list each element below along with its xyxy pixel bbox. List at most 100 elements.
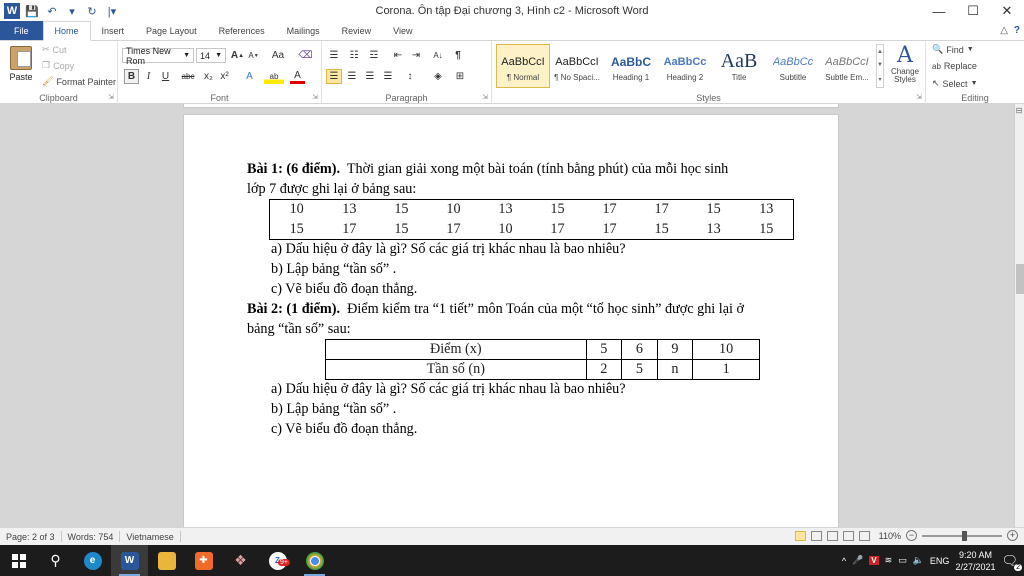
document-area[interactable]: Bài 1: (6 điểm). Thời gian giải xong một… [0, 104, 1014, 527]
change-case-button[interactable]: Aa [268, 48, 288, 63]
tab-references[interactable]: References [208, 21, 276, 40]
style-no-spacing[interactable]: AaBbCcI ¶ No Spaci... [550, 44, 604, 88]
borders-button[interactable]: ⊞ [452, 69, 468, 84]
style-heading-2[interactable]: AaBbCc Heading 2 [658, 44, 712, 88]
numbering-button[interactable]: ☷ [346, 48, 362, 63]
zoom-slider[interactable] [922, 530, 1002, 541]
vertical-scrollbar[interactable] [1014, 104, 1024, 527]
close-button[interactable]: ✕ [990, 0, 1024, 22]
paste-button[interactable]: Paste [6, 44, 36, 90]
decrease-indent-button[interactable]: ⇤ [390, 48, 406, 63]
font-color-button[interactable]: A [290, 69, 305, 84]
find-button[interactable]: 🔍 Find ▼ [932, 44, 974, 55]
search-button[interactable]: ⚲ [37, 545, 74, 576]
tab-home[interactable]: Home [42, 21, 91, 41]
bold-button[interactable]: B [124, 69, 139, 84]
document-page[interactable]: Bài 1: (6 điểm). Thời gian giải xong một… [183, 114, 839, 527]
tab-view[interactable]: View [382, 21, 423, 40]
increase-indent-button[interactable]: ⇥ [408, 48, 424, 63]
zoom-in-button[interactable]: + [1007, 530, 1018, 541]
font-name-combo[interactable]: Times New Rom ▼ [122, 46, 194, 66]
grow-font-button[interactable]: A ▲ [230, 48, 245, 63]
highlight-button[interactable]: ab [264, 69, 284, 84]
input-language[interactable]: ENG [930, 556, 950, 566]
antivirus-icon[interactable]: V [869, 556, 879, 565]
taskbar-word[interactable]: W [111, 545, 148, 576]
scrollbar-thumb[interactable] [1016, 264, 1024, 294]
taskbar-zalo[interactable]: Z 9+ [259, 545, 296, 576]
network-icon[interactable]: ▭ [898, 555, 907, 566]
zoom-out-button[interactable]: − [906, 530, 917, 541]
full-screen-reading-view-button[interactable] [810, 530, 822, 541]
style-title[interactable]: AaB Title [712, 44, 766, 88]
tab-review[interactable]: Review [331, 21, 383, 40]
word-count[interactable]: Words: 754 [62, 531, 121, 542]
clear-formatting-button[interactable]: ⌫ [298, 48, 313, 63]
text-effects-button[interactable]: A [242, 69, 257, 84]
style-subtitle[interactable]: AaBbCc Subtitle [766, 44, 820, 88]
word-logo-icon[interactable]: W [4, 3, 20, 19]
redo-icon[interactable]: ↻ [84, 3, 100, 19]
style-normal[interactable]: AaBbCcI ¶ Normal [496, 44, 550, 88]
page-count[interactable]: Page: 2 of 3 [0, 531, 62, 542]
multilevel-list-button[interactable]: ☲ [366, 48, 382, 63]
strikethrough-button[interactable]: abc [178, 69, 198, 84]
bullets-button[interactable]: ☰ [326, 48, 342, 63]
tab-page-layout[interactable]: Page Layout [135, 21, 208, 40]
outline-view-button[interactable] [842, 530, 854, 541]
format-painter-button[interactable]: 🖌 Format Painter [42, 76, 116, 87]
clipboard-launcher-icon[interactable]: ⇲ [108, 93, 114, 101]
replace-button[interactable]: ab Replace [932, 61, 977, 71]
ruler-toggle-icon[interactable]: ⊟ [1014, 106, 1024, 120]
volume-icon[interactable]: 🔈 [913, 555, 924, 566]
minimize-ribbon-icon[interactable]: △ [1000, 25, 1008, 36]
chevron-down-icon[interactable]: ▼ [877, 62, 883, 68]
paragraph-launcher-icon[interactable]: ⇲ [482, 93, 488, 101]
font-size-combo[interactable]: 14 ▼ [196, 48, 226, 63]
copy-button[interactable]: ❐ Copy [42, 60, 74, 71]
tab-mailings[interactable]: Mailings [276, 21, 331, 40]
tab-file[interactable]: File [0, 21, 43, 40]
shading-button[interactable]: ◈ [430, 69, 446, 84]
chevron-up-icon[interactable]: ▲ [877, 49, 883, 55]
font-launcher-icon[interactable]: ⇲ [312, 93, 318, 101]
taskbar-shield-app[interactable]: ✚ [185, 545, 222, 576]
help-icon[interactable]: ? [1014, 25, 1020, 36]
italic-button[interactable]: I [141, 69, 156, 84]
customize-qat-icon[interactable]: |▾ [104, 3, 120, 19]
save-icon[interactable]: 💾 [24, 3, 40, 19]
sort-button[interactable]: A↓ [430, 48, 446, 63]
taskbar-chrome[interactable] [296, 545, 333, 576]
web-layout-view-button[interactable] [826, 530, 838, 541]
align-center-button[interactable]: ☰ [344, 69, 360, 84]
style-subtle-emphasis[interactable]: AaBbCcI Subtle Em... [820, 44, 874, 88]
undo-icon[interactable]: ↶ [44, 3, 60, 19]
tab-insert[interactable]: Insert [91, 21, 136, 40]
microphone-icon[interactable]: 🎤 [852, 555, 863, 566]
line-spacing-button[interactable]: ↕ [402, 69, 418, 84]
more-icon[interactable]: ▾ [878, 76, 881, 83]
taskbar-store-app[interactable]: ❖ [222, 545, 259, 576]
taskbar-edge[interactable]: e [74, 545, 111, 576]
undo-dropdown-icon[interactable]: ▾ [64, 3, 80, 19]
align-right-button[interactable]: ☰ [362, 69, 378, 84]
style-gallery-scroll[interactable]: ▲ ▼ ▾ [876, 44, 884, 88]
subscript-button[interactable]: x₂ [201, 69, 216, 84]
superscript-button[interactable]: x² [217, 69, 232, 84]
change-styles-button[interactable]: A Change Styles [888, 44, 922, 90]
styles-launcher-icon[interactable]: ⇲ [916, 93, 922, 101]
select-button[interactable]: ↖ Select ▼ [932, 78, 978, 89]
clock[interactable]: 9:20 AM 2/27/2021 [955, 549, 995, 573]
shrink-font-button[interactable]: A ▼ [246, 48, 261, 63]
taskbar-file-explorer[interactable] [148, 545, 185, 576]
justify-button[interactable]: ☰ [380, 69, 396, 84]
zoom-level[interactable]: 110% [879, 531, 901, 541]
show-formatting-button[interactable]: ¶ [450, 48, 466, 63]
maximize-button[interactable]: ☐ [956, 0, 990, 22]
align-left-button[interactable]: ☰ [326, 69, 342, 84]
wifi-icon[interactable]: ≋ [885, 555, 893, 566]
action-center-icon[interactable]: 🗨 2 [1001, 553, 1022, 571]
minimize-button[interactable]: — [922, 0, 956, 22]
underline-button[interactable]: U [158, 69, 173, 84]
style-heading-1[interactable]: AaBbC Heading 1 [604, 44, 658, 88]
